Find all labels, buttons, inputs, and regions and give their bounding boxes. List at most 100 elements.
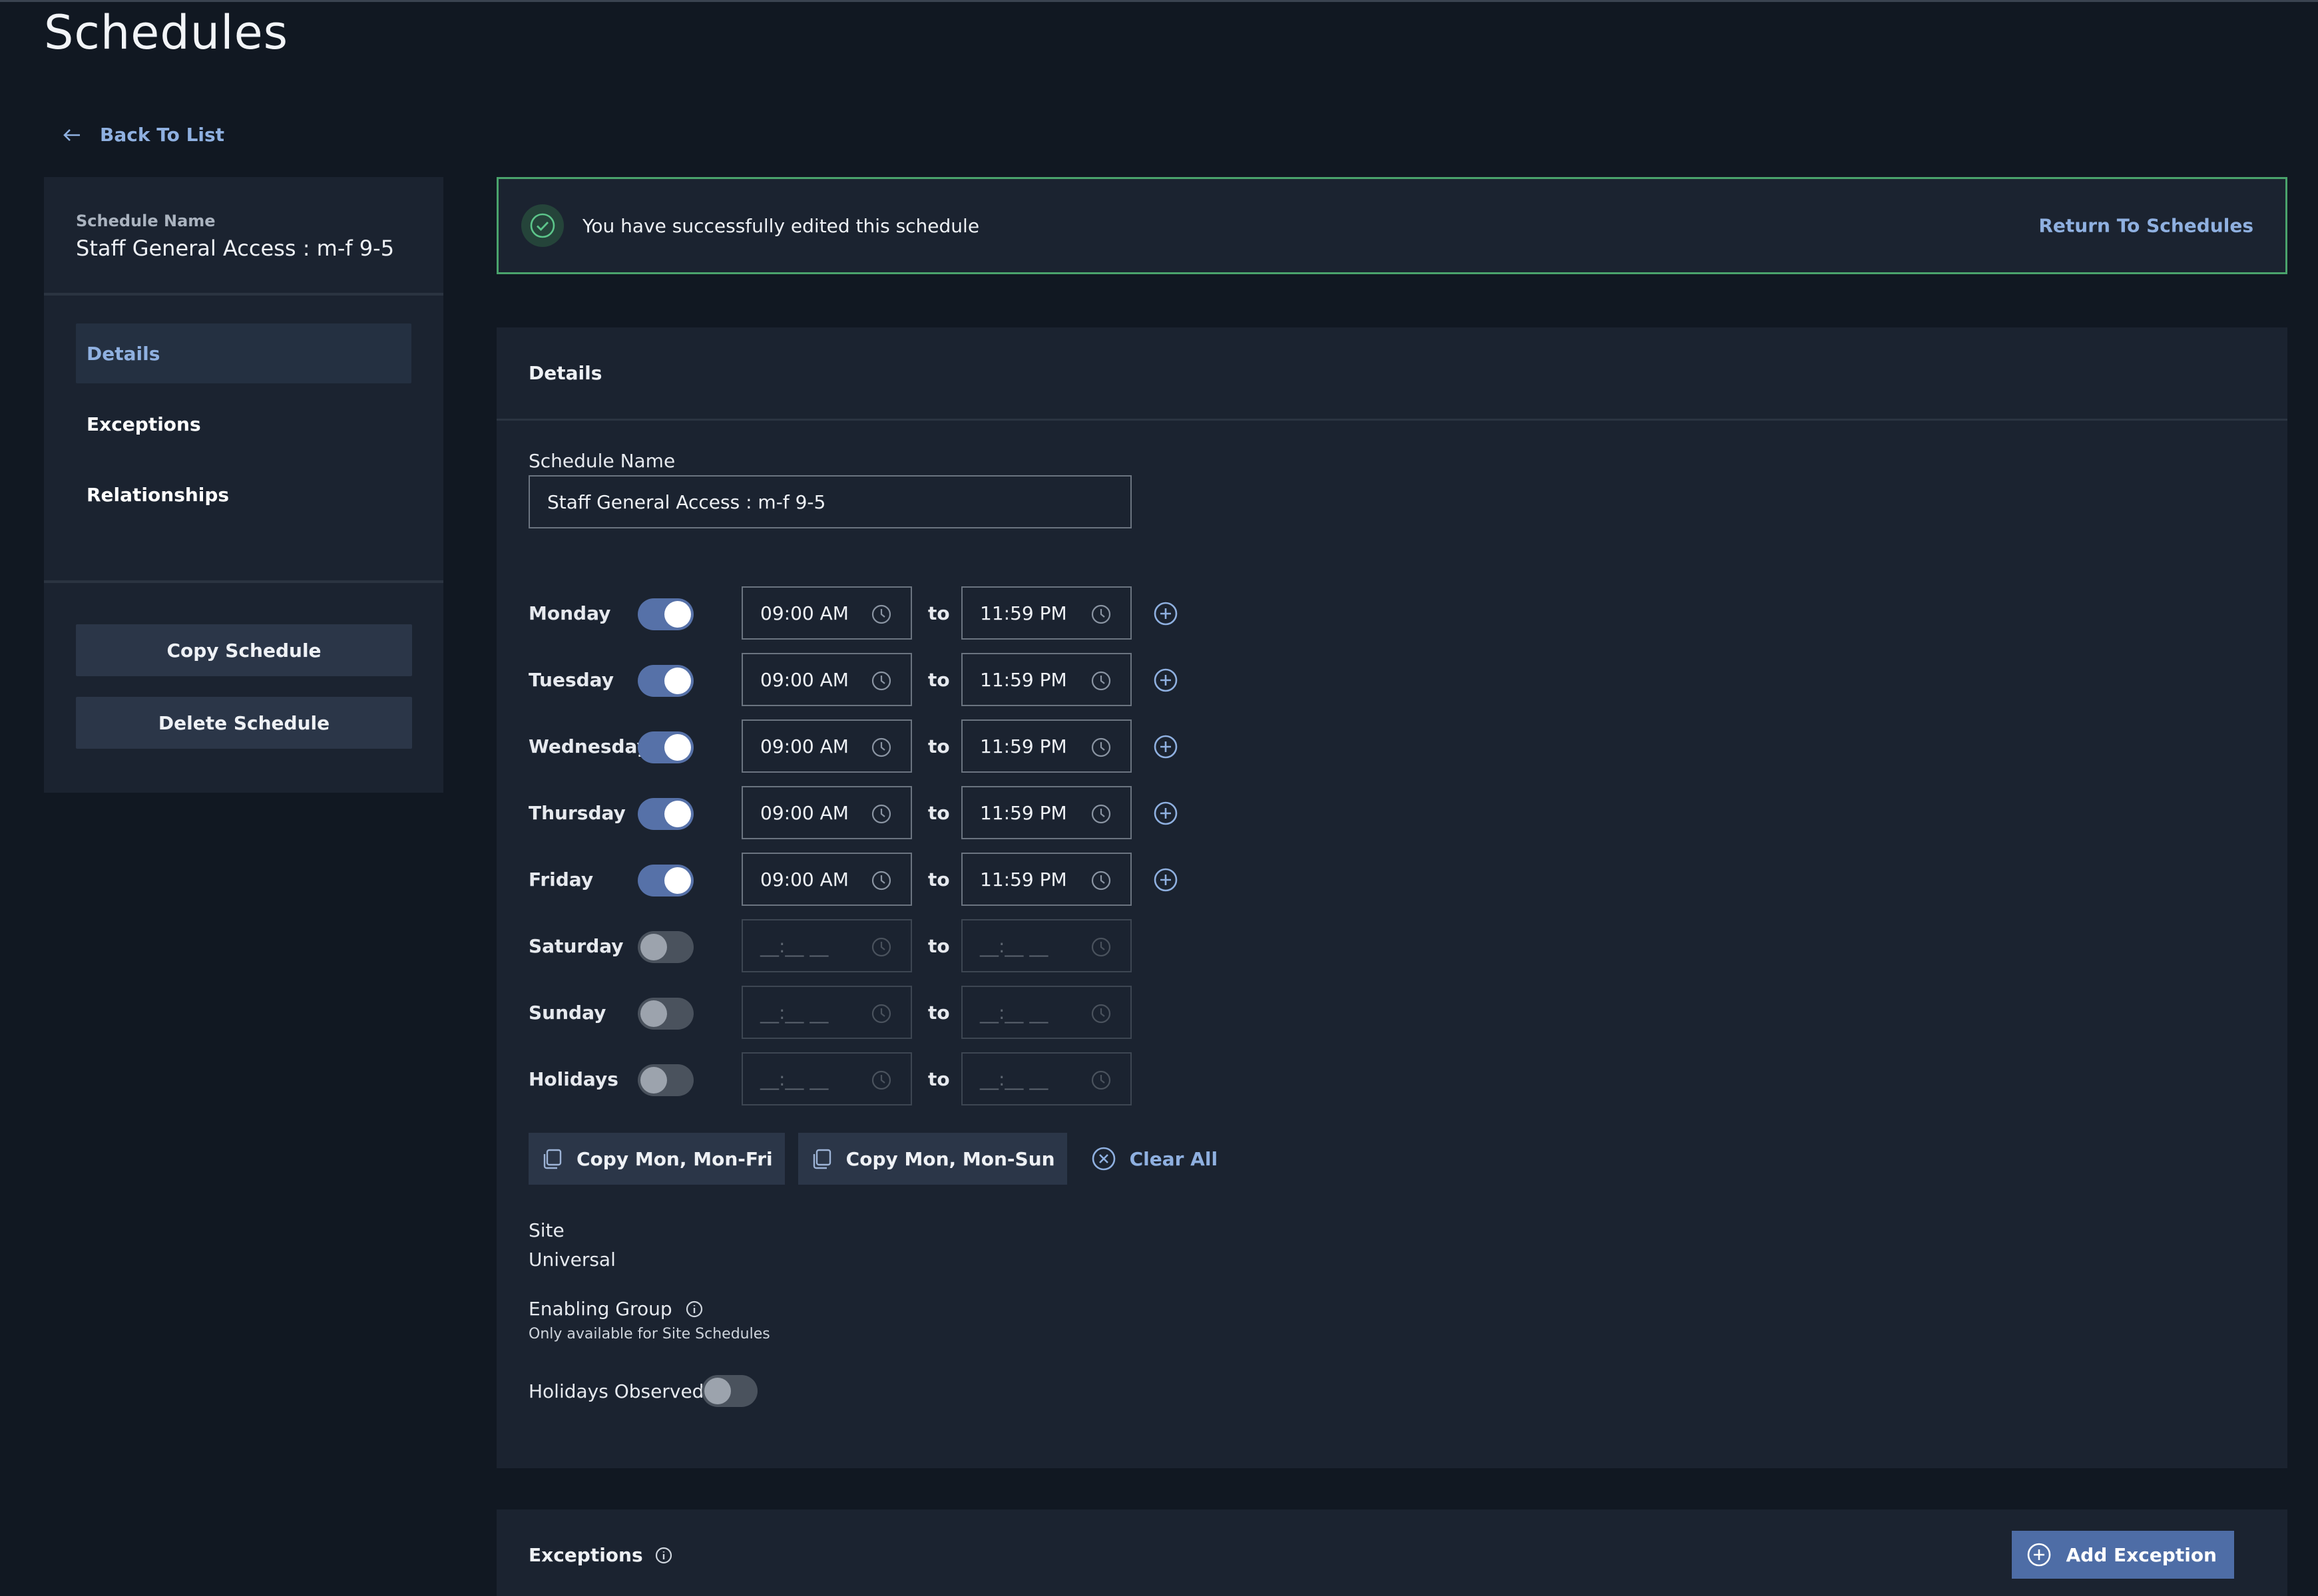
- clock-icon[interactable]: [869, 602, 893, 626]
- end-time-input[interactable]: 11:59 PM: [961, 719, 1132, 773]
- copy-mon-sun-label: Copy Mon, Mon-Sun: [845, 1147, 1055, 1170]
- holidays-observed-toggle[interactable]: [702, 1375, 758, 1407]
- end-time-input[interactable]: __:__ __: [961, 986, 1132, 1039]
- end-time-input[interactable]: __:__ __: [961, 919, 1132, 972]
- day-toggle-friday[interactable]: [638, 865, 694, 897]
- delete-schedule-button[interactable]: Delete Schedule: [76, 697, 412, 749]
- to-label: to: [928, 1068, 950, 1090]
- toggle-knob: [640, 1000, 667, 1027]
- clock-icon[interactable]: [869, 669, 893, 693]
- end-time-input[interactable]: 11:59 PM: [961, 853, 1132, 906]
- arrow-left-icon: [63, 128, 80, 141]
- clock-icon[interactable]: [869, 1002, 893, 1026]
- end-time-value: 11:59 PM: [980, 735, 1067, 757]
- start-time-value: __:__ __: [760, 1068, 829, 1090]
- copy-mon-fri-label: Copy Mon, Mon-Fri: [577, 1147, 773, 1170]
- copy-mon-fri-button[interactable]: Copy Mon, Mon-Fri: [529, 1133, 785, 1185]
- clock-icon[interactable]: [1089, 602, 1113, 626]
- clock-icon[interactable]: [869, 735, 893, 759]
- clock-icon[interactable]: [1089, 869, 1113, 893]
- enabling-group-label: Enabling Group: [529, 1298, 704, 1320]
- clock-icon[interactable]: [869, 935, 893, 959]
- checkmark-circle-icon: [521, 204, 564, 247]
- sidebar-item-exceptions[interactable]: Exceptions: [76, 394, 411, 454]
- end-time-input[interactable]: 11:59 PM: [961, 586, 1132, 640]
- clock-icon[interactable]: [1089, 935, 1113, 959]
- copy-mon-sun-button[interactable]: Copy Mon, Mon-Sun: [798, 1133, 1067, 1185]
- copy-schedule-button[interactable]: Copy Schedule: [76, 624, 412, 676]
- clock-icon[interactable]: [1089, 735, 1113, 759]
- day-toggle-thursday[interactable]: [638, 798, 694, 830]
- schedules-page: Schedules Back To List Schedule Name Sta…: [0, 0, 2318, 1596]
- clock-icon[interactable]: [869, 869, 893, 893]
- plus-circle-icon[interactable]: [1152, 666, 1180, 694]
- day-row-tuesday: Tuesday 09:00 AM to 11:59 PM: [529, 653, 1194, 706]
- plus-circle-icon[interactable]: [1152, 866, 1180, 894]
- day-toggle-sunday[interactable]: [638, 998, 694, 1030]
- end-time-value: __:__ __: [980, 1068, 1048, 1090]
- day-toggle-saturday[interactable]: [638, 931, 694, 963]
- details-card-title: Details: [497, 327, 2287, 421]
- copy-actions-row: Copy Mon, Mon-Fri Copy Mon, Mon-Sun Clea…: [529, 1133, 1218, 1185]
- start-time-input[interactable]: __:__ __: [742, 986, 912, 1039]
- info-icon[interactable]: [654, 1545, 674, 1565]
- details-card: Details Schedule Name Staff General Acce…: [497, 327, 2287, 1468]
- close-circle-icon: [1092, 1147, 1115, 1171]
- day-label: Sunday: [529, 1001, 606, 1024]
- plus-circle-icon[interactable]: [1152, 733, 1180, 761]
- back-to-list-link[interactable]: Back To List: [61, 124, 224, 146]
- success-message: You have successfully edited this schedu…: [582, 214, 980, 237]
- exceptions-title-text: Exceptions: [529, 1544, 643, 1566]
- start-time-input[interactable]: 09:00 AM: [742, 786, 912, 839]
- day-row-wednesday: Wednesday 09:00 AM to 11:59 PM: [529, 719, 1194, 773]
- add-exception-label: Add Exception: [2066, 1543, 2217, 1566]
- day-toggle-monday[interactable]: [638, 598, 694, 630]
- end-time-input[interactable]: __:__ __: [961, 1052, 1132, 1105]
- start-time-input[interactable]: 09:00 AM: [742, 586, 912, 640]
- clock-icon[interactable]: [1089, 669, 1113, 693]
- sidebar-item-details[interactable]: Details: [76, 323, 411, 383]
- plus-circle-icon[interactable]: [1152, 600, 1180, 628]
- end-time-input[interactable]: 11:59 PM: [961, 786, 1132, 839]
- sidebar-item-relationships[interactable]: Relationships: [76, 465, 411, 524]
- return-to-schedules-link[interactable]: Return To Schedules: [2038, 215, 2253, 237]
- start-time-input[interactable]: __:__ __: [742, 1052, 912, 1105]
- toggle-knob: [704, 1378, 731, 1404]
- day-toggle-tuesday[interactable]: [638, 665, 694, 697]
- day-toggle-holidays[interactable]: [638, 1064, 694, 1096]
- sidebar-actions: Copy Schedule Delete Schedule: [44, 583, 443, 749]
- start-time-value: 09:00 AM: [760, 668, 849, 691]
- start-time-input[interactable]: 09:00 AM: [742, 853, 912, 906]
- exceptions-card: Exceptions Add Exception: [497, 1509, 2287, 1596]
- to-label: to: [928, 668, 950, 691]
- start-time-value: __:__ __: [760, 1001, 829, 1024]
- sidebar-schedule-name-label: Schedule Name: [76, 212, 216, 230]
- start-time-input[interactable]: __:__ __: [742, 919, 912, 972]
- day-label: Wednesday: [529, 735, 649, 757]
- start-time-input[interactable]: 09:00 AM: [742, 653, 912, 706]
- start-time-value: __:__ __: [760, 934, 829, 957]
- day-row-saturday: Saturday __:__ __ to __:__ __: [529, 919, 1194, 972]
- toggle-knob: [664, 867, 691, 894]
- start-time-input[interactable]: 09:00 AM: [742, 719, 912, 773]
- back-to-list-label: Back To List: [100, 124, 225, 146]
- clear-all-label: Clear All: [1129, 1147, 1218, 1170]
- day-toggle-wednesday[interactable]: [638, 731, 694, 763]
- clock-icon[interactable]: [1089, 802, 1113, 826]
- clear-all-button[interactable]: Clear All: [1090, 1145, 1218, 1173]
- end-time-input[interactable]: 11:59 PM: [961, 653, 1132, 706]
- info-icon[interactable]: [684, 1299, 704, 1319]
- copy-icon: [813, 1149, 831, 1169]
- clock-icon[interactable]: [869, 1068, 893, 1092]
- start-time-value: 09:00 AM: [760, 602, 849, 624]
- schedule-name-input[interactable]: Staff General Access : m-f 9-5: [529, 475, 1132, 528]
- clock-icon[interactable]: [869, 802, 893, 826]
- plus-circle-icon: [2027, 1543, 2050, 1567]
- clock-icon[interactable]: [1089, 1068, 1113, 1092]
- plus-circle-icon[interactable]: [1152, 799, 1180, 827]
- clock-icon[interactable]: [1089, 1002, 1113, 1026]
- toggle-knob: [640, 1067, 667, 1094]
- day-label: Holidays: [529, 1068, 618, 1090]
- add-exception-button[interactable]: Add Exception: [2011, 1531, 2234, 1579]
- start-time-value: 09:00 AM: [760, 868, 849, 891]
